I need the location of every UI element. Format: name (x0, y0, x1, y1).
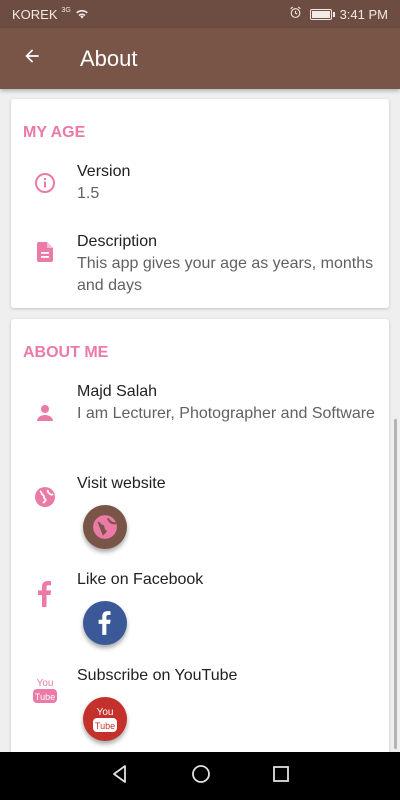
version-row[interactable]: Version 1.5 (11, 161, 389, 231)
facebook-row[interactable]: Like on Facebook (11, 569, 389, 665)
globe-icon (11, 473, 77, 569)
globe-logo-icon (93, 515, 117, 539)
svg-text:You: You (37, 678, 54, 689)
facebook-icon (11, 569, 77, 665)
scrollbar[interactable] (394, 419, 397, 749)
my-age-card: MY AGE Version 1.5 Description This app … (11, 99, 389, 308)
status-time: 3:41 PM (339, 6, 388, 22)
alarm-icon (289, 6, 302, 22)
facebook-logo-icon (98, 611, 111, 635)
description-text: Description This app gives your age as y… (77, 231, 389, 306)
back-button[interactable] (0, 28, 64, 89)
document-icon (11, 231, 77, 306)
youtube-row[interactable]: You Tube Subscribe on YouTube You Tube (11, 665, 389, 752)
author-row[interactable]: Majd Salah I am Lecturer, Photographer a… (11, 381, 389, 473)
carrier-name: KOREK (12, 6, 58, 22)
youtube-icon: You Tube (11, 665, 77, 752)
battery-icon (309, 8, 335, 20)
person-icon (11, 381, 77, 473)
facebook-text: Like on Facebook (77, 569, 389, 665)
website-title: Visit website (77, 475, 166, 492)
wifi-icon (75, 7, 89, 22)
youtube-logo-icon: You Tube (93, 707, 117, 732)
status-right: 3:41 PM (289, 6, 388, 22)
version-text: Version 1.5 (77, 161, 389, 231)
svg-text:You: You (97, 707, 114, 718)
website-button[interactable] (83, 505, 127, 549)
author-bio: I am Lecturer, Photographer and Software (77, 405, 375, 422)
status-bar: KOREK 3G 3:41 PM (0, 0, 400, 28)
about-me-header: ABOUT ME (23, 344, 109, 361)
description-title: Description (77, 233, 158, 250)
author-text: Majd Salah I am Lecturer, Photographer a… (77, 381, 389, 473)
nav-home-icon[interactable] (191, 764, 211, 789)
facebook-title: Like on Facebook (77, 571, 204, 588)
facebook-button[interactable] (83, 601, 127, 645)
version-title: Version (77, 163, 131, 180)
info-icon (11, 161, 77, 231)
nav-recents-icon[interactable] (272, 765, 290, 788)
nav-back-icon[interactable] (110, 764, 130, 789)
battery-fill (311, 10, 330, 18)
network-type: 3G (61, 6, 71, 14)
about-me-card: ABOUT ME Majd Salah I am Lecturer, Photo… (11, 319, 389, 752)
description-row[interactable]: Description This app gives your age as y… (11, 231, 389, 306)
svg-text:Tube: Tube (35, 692, 55, 702)
website-row[interactable]: Visit website (11, 473, 389, 569)
author-name: Majd Salah (77, 383, 158, 400)
website-text: Visit website (77, 473, 389, 569)
youtube-text: Subscribe on YouTube You Tube (77, 665, 389, 752)
youtube-title: Subscribe on YouTube (77, 667, 238, 684)
page-title: About (80, 45, 138, 71)
description-value: This app gives your age as years, months… (77, 255, 374, 294)
my-age-header: MY AGE (23, 124, 86, 141)
system-nav-bar (0, 752, 400, 800)
svg-text:Tube: Tube (95, 721, 115, 731)
status-left: KOREK 3G (12, 7, 89, 22)
about-content: MY AGE Version 1.5 Description This app … (0, 89, 400, 752)
arrow-back-icon (22, 46, 42, 71)
version-value: 1.5 (77, 185, 100, 202)
youtube-button[interactable]: You Tube (83, 697, 127, 741)
app-bar: About (0, 28, 400, 89)
